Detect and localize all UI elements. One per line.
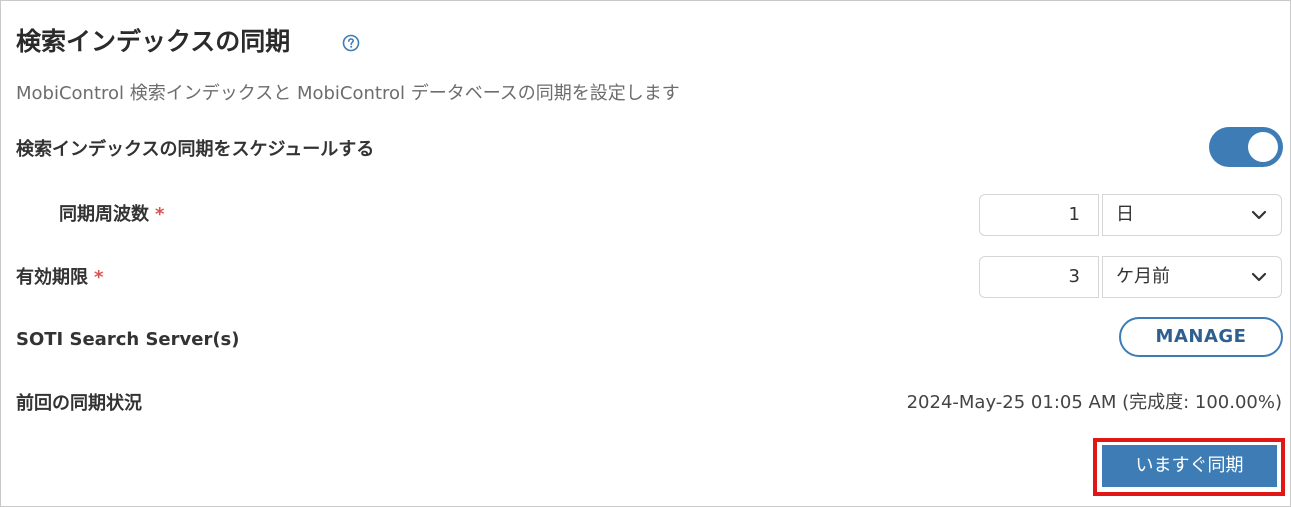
expiration-unit-select[interactable]: ケ月前 [1102, 256, 1282, 298]
last-sync-label: 前回の同期状況 [16, 393, 142, 414]
frequency-label-text: 同期周波数 [59, 204, 149, 225]
sync-now-button[interactable]: いますぐ同期 [1102, 445, 1277, 487]
expiration-value-input[interactable]: 3 [979, 256, 1099, 298]
chevron-down-icon [1251, 272, 1267, 282]
schedule-sync-toggle[interactable] [1209, 127, 1283, 167]
expiration-unit-value: ケ月前 [1116, 266, 1170, 287]
frequency-unit-select[interactable]: 日 [1102, 194, 1282, 236]
search-index-sync-panel: 検索インデックスの同期 MobiControl 検索インデックスと MobiCo… [0, 0, 1291, 507]
frequency-label: 同期周波数 * [59, 202, 164, 228]
schedule-sync-label: 検索インデックスの同期をスケジュールする [16, 139, 375, 160]
search-servers-label: SOTI Search Server(s) [16, 329, 240, 350]
expiration-label: 有効期限 * [16, 265, 103, 291]
expiration-label-text: 有効期限 [16, 267, 88, 288]
manage-button[interactable]: MANAGE [1119, 317, 1283, 357]
required-marker: * [94, 267, 104, 288]
required-marker: * [155, 204, 165, 225]
toggle-knob [1248, 132, 1278, 162]
page-description: MobiControl 検索インデックスと MobiControl データベース… [16, 83, 680, 104]
frequency-unit-value: 日 [1116, 204, 1134, 225]
question-circle-icon[interactable] [342, 34, 360, 52]
page-title: 検索インデックスの同期 [16, 27, 291, 56]
frequency-value-input[interactable]: 1 [979, 194, 1099, 236]
chevron-down-icon [1251, 210, 1267, 220]
last-sync-status: 2024-May-25 01:05 AM (完成度: 100.00%) [906, 392, 1282, 413]
